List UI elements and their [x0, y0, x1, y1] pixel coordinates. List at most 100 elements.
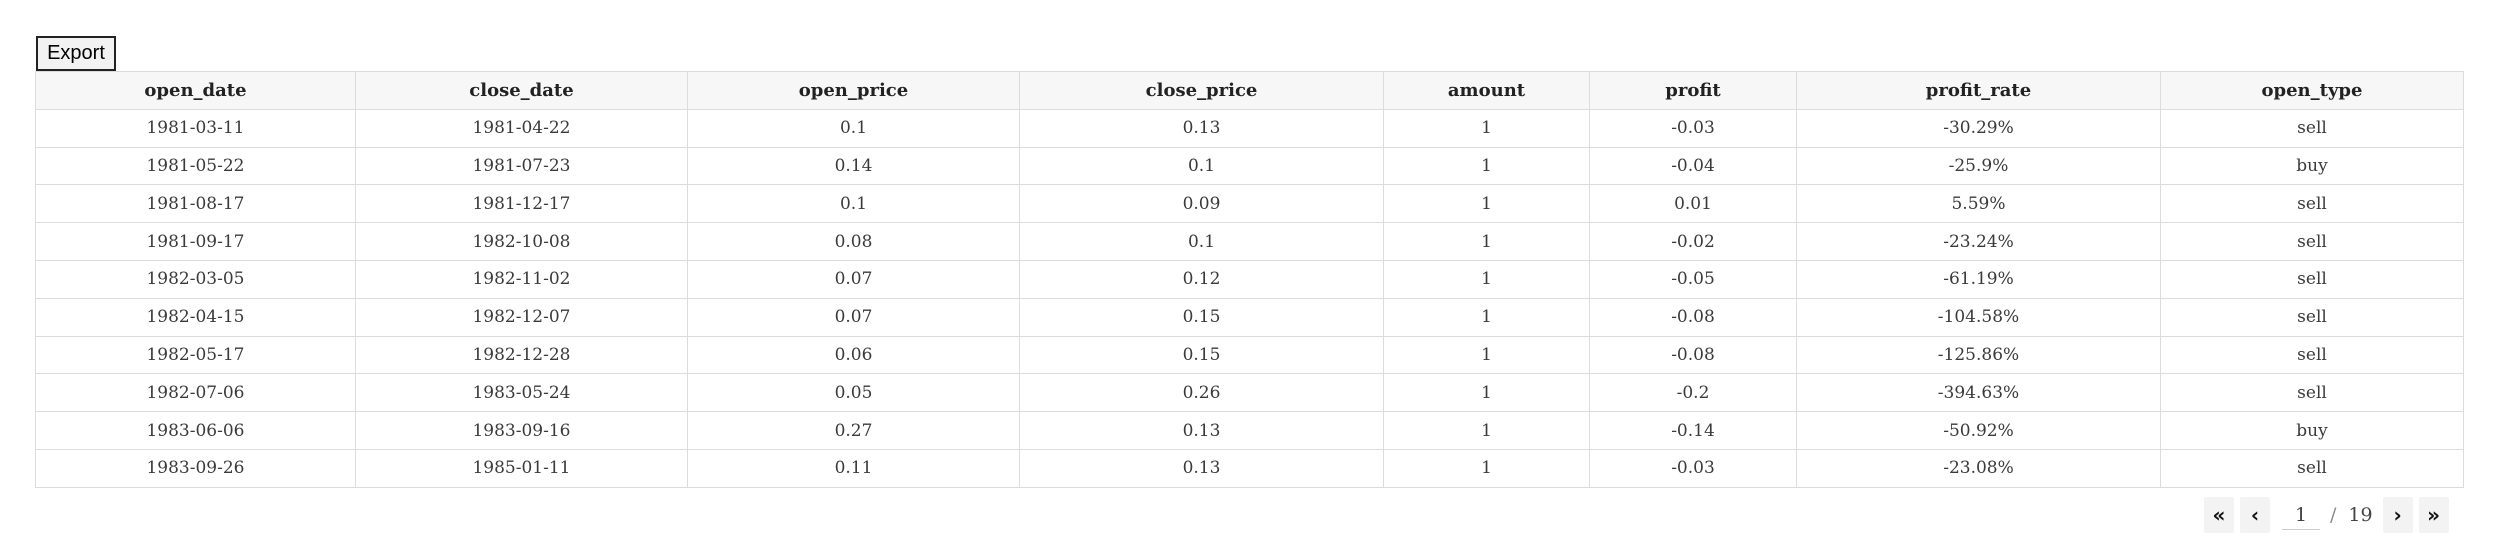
- cell-profit: 0.01: [1589, 184, 1797, 224]
- cell-close-price: 0.13: [1019, 411, 1384, 450]
- cell-open-price: 0.07: [687, 297, 1020, 337]
- cell-open-date: 1981-08-17: [35, 184, 356, 224]
- table-row: 1982-03-05 1982-11-02 0.07 0.12 1 -0.05 -61.19…: [35, 259, 2464, 299]
- cell-open-type: sell: [2160, 222, 2464, 261]
- cell-profit-rate: -61.19%: [1796, 259, 2161, 299]
- cell-close-price: 0.15: [1019, 335, 1384, 375]
- column-header-open-price[interactable]: open_price: [687, 71, 1020, 110]
- cell-open-date: 1982-04-15: [35, 297, 356, 337]
- cell-profit: -0.03: [1589, 108, 1797, 148]
- cell-amount: 1: [1383, 411, 1590, 450]
- cell-open-date: 1982-07-06: [35, 373, 356, 413]
- cell-open-price: 0.11: [687, 448, 1020, 488]
- total-pages: 19: [2348, 504, 2373, 526]
- cell-open-price: 0.08: [687, 222, 1020, 261]
- cell-close-price: 0.15: [1019, 297, 1384, 337]
- page-number-input[interactable]: [2282, 500, 2320, 530]
- cell-close-date: 1985-01-11: [355, 448, 688, 488]
- cell-open-type: sell: [2160, 108, 2464, 148]
- export-button[interactable]: Export: [36, 36, 116, 71]
- cell-amount: 1: [1383, 146, 1590, 186]
- cell-open-date: 1981-03-11: [35, 108, 356, 148]
- cell-close-price: 0.26: [1019, 373, 1384, 413]
- cell-close-date: 1982-12-07: [355, 297, 688, 337]
- column-header-profit-rate[interactable]: profit_rate: [1796, 71, 2161, 110]
- cell-amount: 1: [1383, 448, 1590, 488]
- table-row: 1982-04-15 1982-12-07 0.07 0.15 1 -0.08 -104.5…: [35, 297, 2464, 337]
- table-row: 1981-03-11 1981-04-22 0.1 0.13 1 -0.03 -30.29%…: [35, 108, 2464, 148]
- column-header-close-price[interactable]: close_price: [1019, 71, 1384, 110]
- table-body: 1981-03-11 1981-04-22 0.1 0.13 1 -0.03 -30.29%…: [35, 108, 2464, 488]
- cell-open-type: sell: [2160, 373, 2464, 413]
- cell-profit: -0.05: [1589, 259, 1797, 299]
- table-row: 1982-05-17 1982-12-28 0.06 0.15 1 -0.08 -125.8…: [35, 335, 2464, 375]
- cell-open-price: 0.1: [687, 184, 1020, 224]
- cell-open-type: buy: [2160, 146, 2464, 186]
- cell-profit-rate: -25.9%: [1796, 146, 2161, 186]
- cell-profit: -0.08: [1589, 335, 1797, 375]
- column-header-open-type[interactable]: open_type: [2160, 71, 2464, 110]
- table-row: 1983-09-26 1985-01-11 0.11 0.13 1 -0.03 -23.08…: [35, 448, 2464, 488]
- cell-close-price: 0.1: [1019, 222, 1384, 261]
- cell-close-date: 1982-11-02: [355, 259, 688, 299]
- column-header-amount[interactable]: amount: [1383, 71, 1590, 110]
- table-row: 1983-06-06 1983-09-16 0.27 0.13 1 -0.14 -50.92…: [35, 411, 2464, 450]
- prev-page-icon[interactable]: ‹: [2240, 497, 2270, 533]
- column-header-close-date[interactable]: close_date: [355, 71, 688, 110]
- first-page-icon[interactable]: «: [2204, 497, 2234, 533]
- cell-close-date: 1983-05-24: [355, 373, 688, 413]
- cell-amount: 1: [1383, 108, 1590, 148]
- next-page-icon[interactable]: ›: [2382, 497, 2413, 533]
- cell-open-type: sell: [2160, 184, 2464, 224]
- cell-amount: 1: [1383, 373, 1590, 413]
- cell-profit: -0.08: [1589, 297, 1797, 337]
- cell-profit: -0.14: [1589, 411, 1797, 450]
- cell-close-price: 0.09: [1019, 184, 1384, 224]
- cell-amount: 1: [1383, 297, 1590, 337]
- cell-profit-rate: -23.08%: [1796, 448, 2161, 488]
- cell-open-type: sell: [2160, 297, 2464, 337]
- cell-close-price: 0.13: [1019, 108, 1384, 148]
- data-table: open_date close_date open_price close_pr…: [35, 71, 2464, 488]
- cell-close-price: 0.1: [1019, 146, 1384, 186]
- table-row: 1981-05-22 1981-07-23 0.14 0.1 1 -0.04 -25.9% b…: [35, 146, 2464, 186]
- page-separator: /: [2330, 504, 2337, 526]
- table-row: 1981-08-17 1981-12-17 0.1 0.09 1 0.01 5.59% sel…: [35, 184, 2464, 224]
- cell-profit-rate: -104.58%: [1796, 297, 2161, 337]
- cell-profit: -0.2: [1589, 373, 1797, 413]
- cell-open-date: 1983-09-26: [35, 448, 356, 488]
- cell-open-type: sell: [2160, 448, 2464, 488]
- cell-amount: 1: [1383, 335, 1590, 375]
- column-header-profit[interactable]: profit: [1589, 71, 1797, 110]
- cell-profit-rate: -125.86%: [1796, 335, 2161, 375]
- last-page-icon[interactable]: »: [2418, 497, 2449, 533]
- column-header-open-date[interactable]: open_date: [35, 71, 356, 110]
- pagination: « ‹ / 19 › »: [2204, 495, 2455, 535]
- cell-close-date: 1983-09-16: [355, 411, 688, 450]
- cell-open-date: 1981-09-17: [35, 222, 356, 261]
- cell-close-date: 1981-04-22: [355, 108, 688, 148]
- cell-profit-rate: -30.29%: [1796, 108, 2161, 148]
- cell-close-date: 1982-12-28: [355, 335, 688, 375]
- cell-open-price: 0.1: [687, 108, 1020, 148]
- cell-profit: -0.02: [1589, 222, 1797, 261]
- cell-open-type: buy: [2160, 411, 2464, 450]
- cell-profit-rate: -50.92%: [1796, 411, 2161, 450]
- cell-close-price: 0.12: [1019, 259, 1384, 299]
- cell-open-date: 1982-05-17: [35, 335, 356, 375]
- cell-open-date: 1981-05-22: [35, 146, 356, 186]
- cell-open-type: sell: [2160, 335, 2464, 375]
- table-row: 1981-09-17 1982-10-08 0.08 0.1 1 -0.02 -23.24%…: [35, 222, 2464, 261]
- cell-amount: 1: [1383, 184, 1590, 224]
- cell-open-price: 0.05: [687, 373, 1020, 413]
- cell-open-price: 0.06: [687, 335, 1020, 375]
- header-row: open_date close_date open_price close_pr…: [35, 71, 2464, 110]
- cell-close-date: 1981-12-17: [355, 184, 688, 224]
- cell-open-date: 1982-03-05: [35, 259, 356, 299]
- cell-amount: 1: [1383, 222, 1590, 261]
- cell-profit-rate: -394.63%: [1796, 373, 2161, 413]
- cell-close-price: 0.13: [1019, 448, 1384, 488]
- cell-amount: 1: [1383, 259, 1590, 299]
- cell-close-date: 1982-10-08: [355, 222, 688, 261]
- cell-open-price: 0.14: [687, 146, 1020, 186]
